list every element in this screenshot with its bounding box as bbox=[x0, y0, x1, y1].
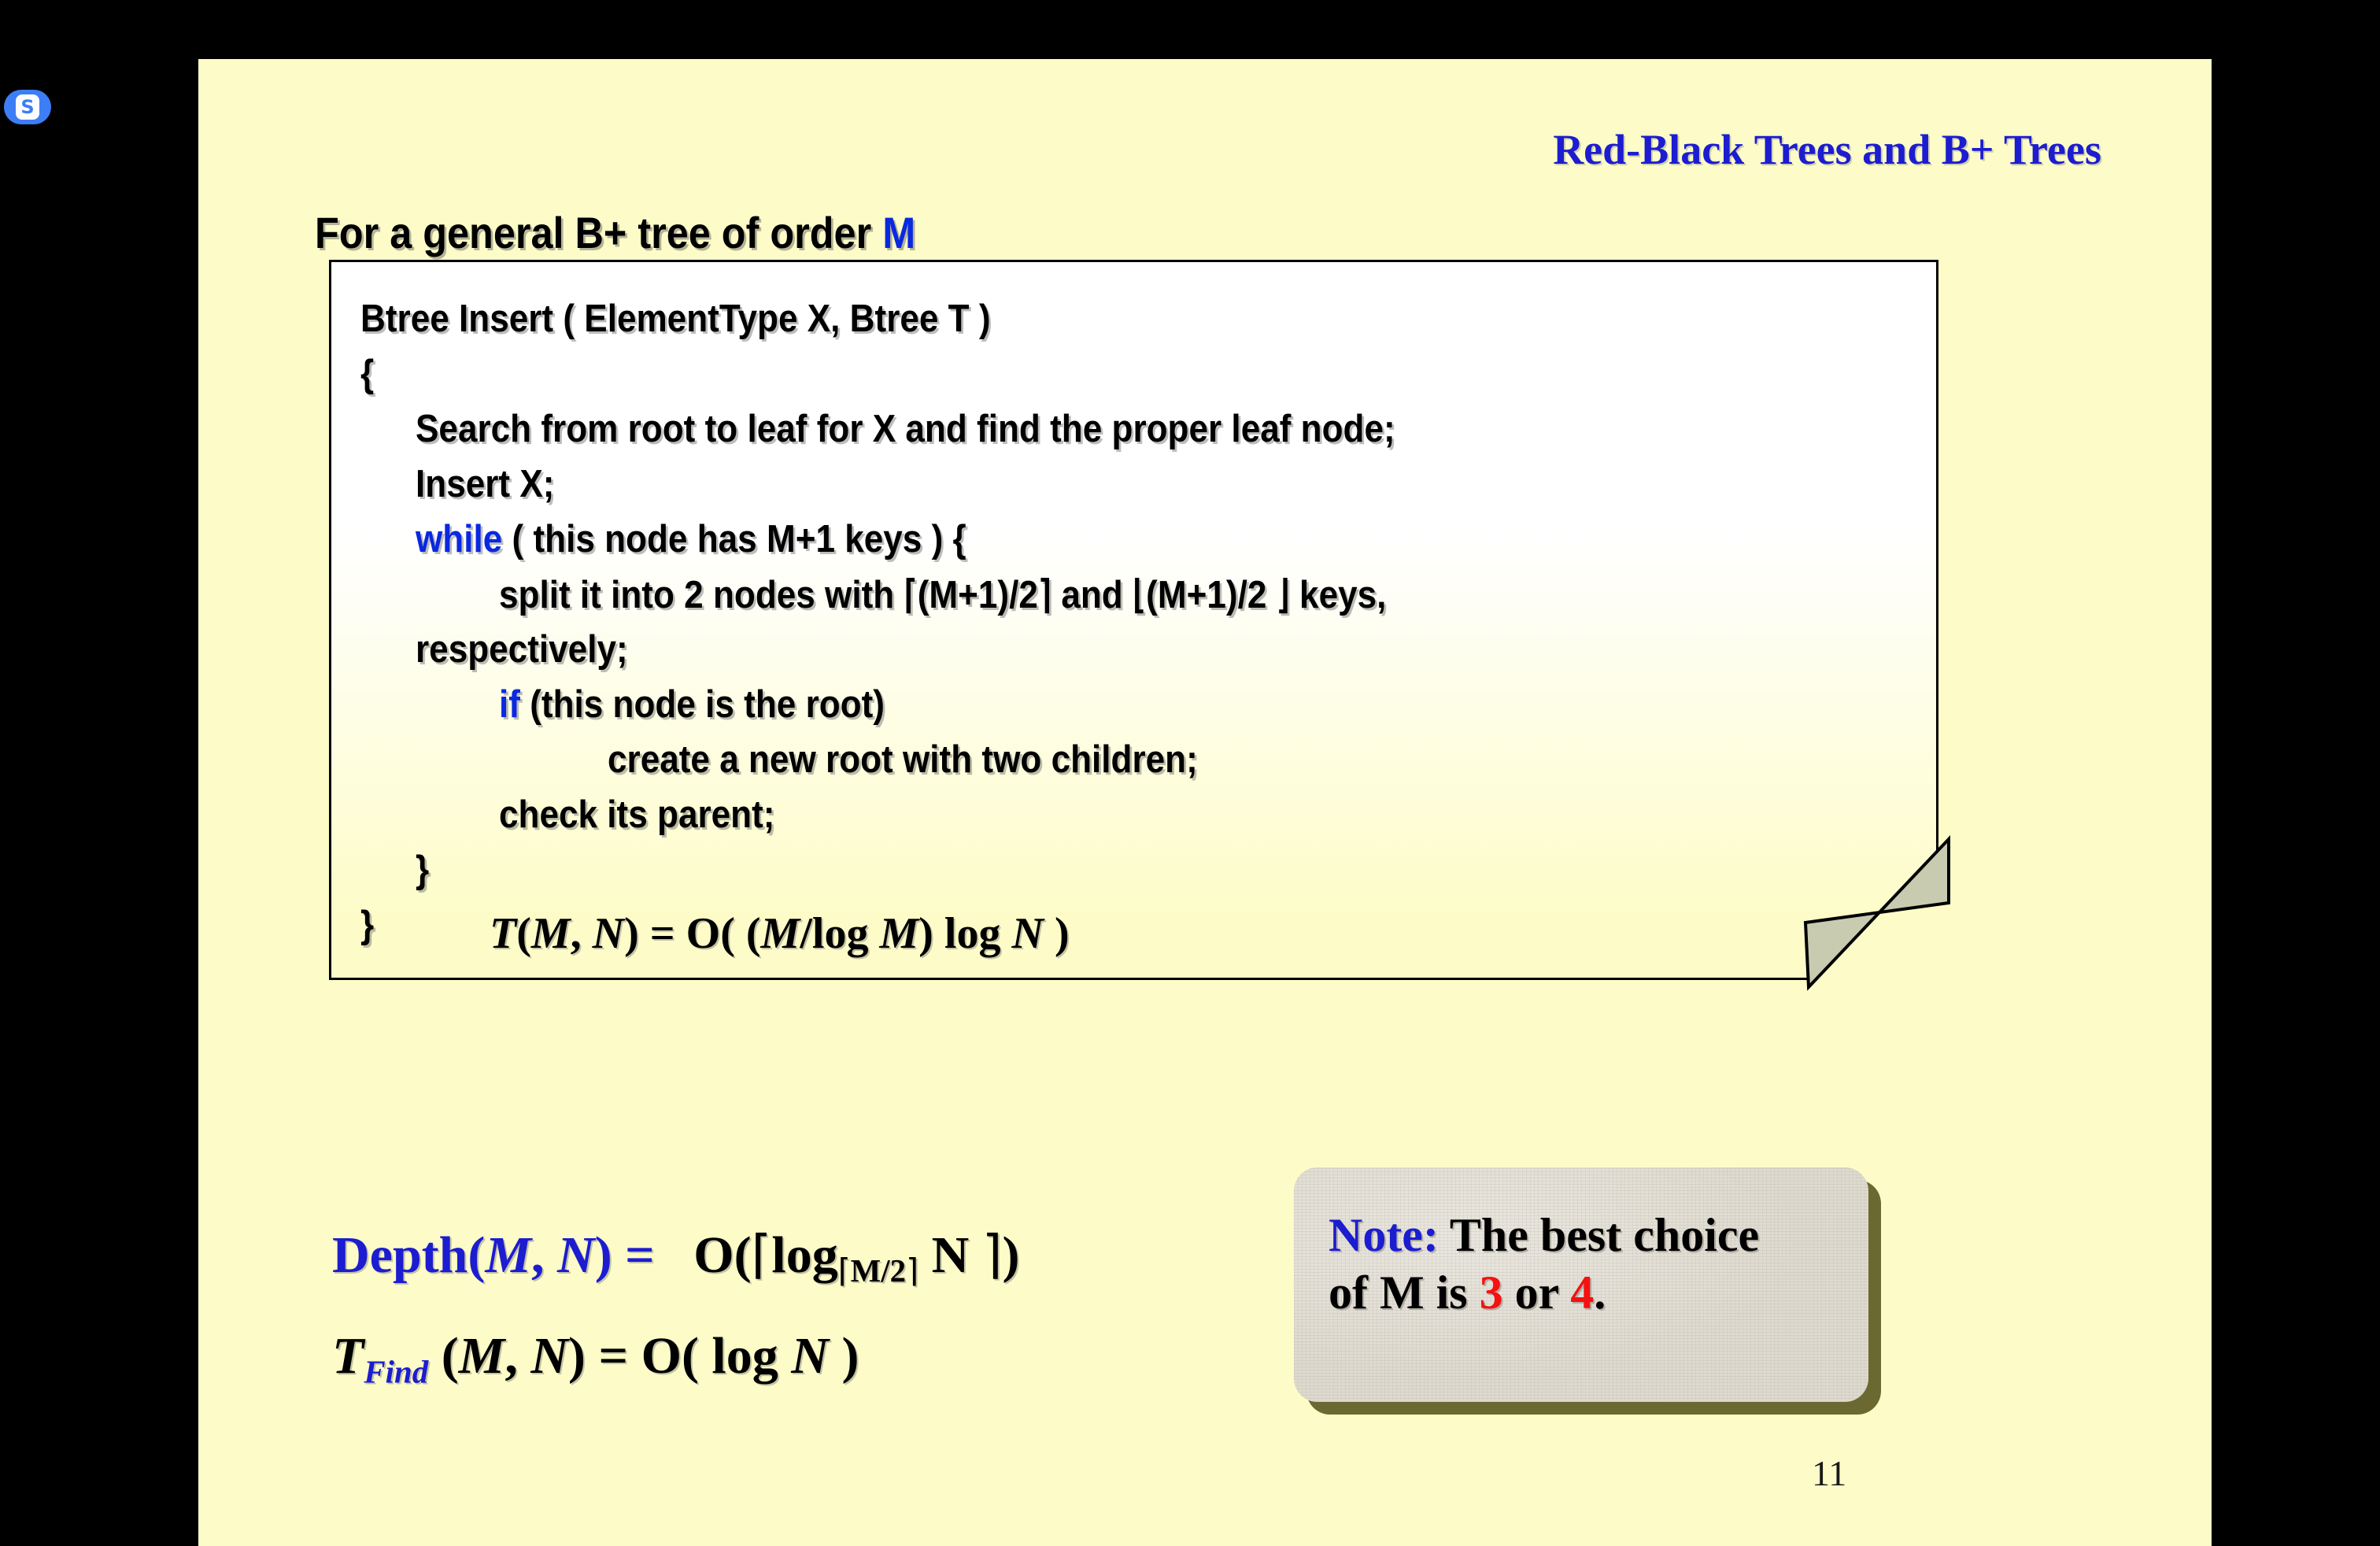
note-line-1: Note: The best choice bbox=[1329, 1207, 1834, 1264]
code-line-4-rest: ( this node has M+1 keys ) { bbox=[502, 518, 966, 560]
code-line-4: while ( this node has M+1 keys ) { bbox=[416, 517, 966, 561]
note-line-2-middle: or bbox=[1502, 1267, 1571, 1319]
complexity-formula-tmn: T(M, N) = O( (M/log M) log N ) bbox=[490, 909, 1070, 958]
tfind-formula-value: (M, N) = O( log N ) bbox=[441, 1327, 859, 1385]
depth-formula: Depth(M, N) = O(⌈log⌈M/2⌉ N ⌉) bbox=[332, 1224, 1019, 1289]
code-line-5: split it into 2 nodes with ⌈(M+1)/2⌉ and… bbox=[499, 574, 1387, 616]
code-line-3: Insert X; bbox=[416, 463, 555, 505]
application-window: S Red-Black Trees and B+ Trees For a gen… bbox=[0, 0, 2380, 1546]
note-line-2: of M is 3 or 4. bbox=[1329, 1264, 1834, 1322]
code-line-1: { bbox=[360, 353, 375, 395]
code-keyword-if: if bbox=[499, 683, 520, 726]
note-value-b: 4 bbox=[1570, 1267, 1595, 1319]
note-label: Note: bbox=[1329, 1209, 1439, 1261]
code-line-8: create a new root with two children; bbox=[608, 738, 1198, 781]
code-line-6: respectively; bbox=[416, 628, 628, 671]
page-fold-icon bbox=[1796, 834, 1961, 992]
subtitle-text: For a general B+ tree of order bbox=[315, 208, 883, 257]
tfind-formula: TFind (M, N) = O( log N ) bbox=[332, 1326, 859, 1390]
note-box: Note: The best choice of M is 3 or 4. bbox=[1294, 1167, 1868, 1402]
presentation-slide: Red-Black Trees and B+ Trees For a gener… bbox=[198, 59, 2212, 1546]
slide-title: Red-Black Trees and B+ Trees bbox=[1553, 126, 2101, 173]
depth-formula-label: Depth(M, N) = bbox=[332, 1226, 655, 1284]
note-line-1-rest: The best choice bbox=[1438, 1209, 1760, 1261]
subtitle-highlight: M bbox=[882, 208, 916, 257]
code-line-7: if (this node is the root) bbox=[499, 682, 885, 727]
note-line-2-prefix: of M is bbox=[1329, 1267, 1480, 1319]
app-logo-letter: S bbox=[16, 94, 39, 120]
code-line-11: } bbox=[360, 904, 375, 946]
slide-subtitle: For a general B+ tree of order M bbox=[315, 207, 915, 258]
code-line-7-rest: (this node is the root) bbox=[519, 683, 885, 726]
note-value-a: 3 bbox=[1479, 1267, 1503, 1319]
note-line-2-suffix: . bbox=[1594, 1267, 1606, 1319]
app-logo-icon[interactable]: S bbox=[4, 90, 51, 124]
code-line-2: Search from root to leaf for X and find … bbox=[416, 408, 1395, 450]
code-line-9: check its parent; bbox=[499, 793, 775, 836]
page-number: 11 bbox=[1812, 1453, 1847, 1493]
depth-formula-value: O(⌈log⌈M/2⌉ N ⌉) bbox=[693, 1224, 1020, 1290]
code-line-0: Btree Insert ( ElementType X, Btree T ) bbox=[360, 298, 991, 340]
tfind-formula-label: TFind bbox=[332, 1327, 429, 1390]
code-line-10: } bbox=[416, 849, 430, 891]
code-keyword-while: while bbox=[416, 518, 503, 560]
pseudocode-panel bbox=[329, 260, 1938, 980]
